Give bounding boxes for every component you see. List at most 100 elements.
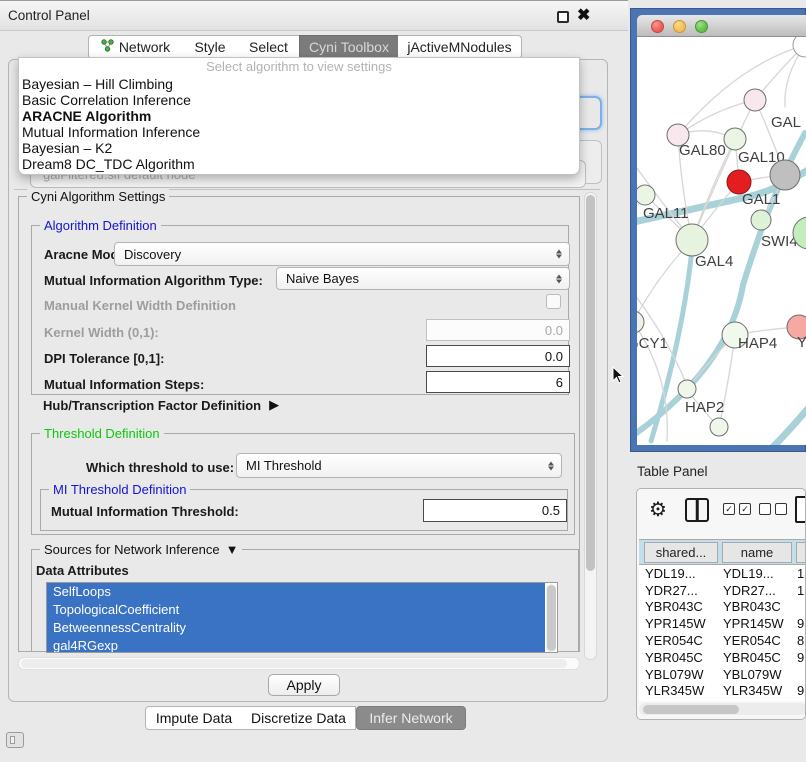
tab-cyni-toolbox[interactable]: Cyni Toolbox bbox=[299, 35, 399, 59]
table-cell: YPR145W bbox=[645, 616, 706, 631]
network-node-label: GAL11 bbox=[643, 205, 689, 222]
table-cell: YBR043C bbox=[645, 599, 703, 614]
algorithm-option-selected[interactable]: ARACNE Algorithm bbox=[19, 108, 579, 124]
mi-threshold-label: Mutual Information Threshold: bbox=[51, 504, 239, 519]
checked-boxes-icon[interactable]: ✓✓ bbox=[723, 503, 751, 515]
mi-threshold-group: MI Threshold Definition Mutual Informati… bbox=[40, 489, 568, 531]
table-row[interactable]: YBL079WYBL079W bbox=[639, 666, 806, 683]
tab-discretize-data[interactable]: Discretize Data bbox=[242, 706, 356, 730]
network-node[interactable] bbox=[678, 380, 696, 398]
network-node[interactable] bbox=[793, 37, 806, 57]
dpi-tolerance-label: DPI Tolerance [0,1]: bbox=[44, 351, 164, 366]
expanded-arrow-icon[interactable]: ▼ bbox=[226, 542, 239, 557]
network-node-label: GCY1 bbox=[637, 335, 668, 352]
table-row[interactable]: YDL19...YDL19...13 bbox=[639, 565, 806, 582]
table-cell: YER054C bbox=[723, 633, 781, 648]
tab-select[interactable]: Select bbox=[238, 35, 300, 59]
table-row[interactable]: YPR145WYPR145W9. bbox=[639, 615, 806, 632]
unchecked-boxes-icon[interactable] bbox=[759, 503, 787, 515]
table-row[interactable]: YBR045CYBR045C9. bbox=[639, 649, 806, 666]
network-node[interactable] bbox=[770, 160, 800, 190]
list-item[interactable]: SelfLoops bbox=[47, 583, 545, 601]
network-node[interactable] bbox=[637, 185, 655, 205]
window-title: Control Panel bbox=[8, 8, 90, 23]
list-scrollbar-thumb[interactable] bbox=[547, 585, 556, 651]
which-threshold-select[interactable]: MI Threshold bbox=[236, 453, 562, 478]
network-node[interactable] bbox=[724, 128, 746, 150]
network-node-label: HAP4 bbox=[738, 335, 777, 352]
threshold-definition-group: Threshold Definition Which threshold to … bbox=[31, 433, 575, 535]
page-icon[interactable] bbox=[795, 496, 806, 523]
hub-definition-toggle[interactable]: Hub/Transcription Factor Definition ▶ bbox=[43, 397, 279, 413]
group-title: Sources for Network Inference ▼ bbox=[40, 542, 242, 557]
network-node[interactable] bbox=[744, 89, 766, 111]
algorithm-option[interactable]: Bayesian – K2 bbox=[19, 140, 579, 156]
mi-type-select[interactable]: Naive Bayes bbox=[276, 267, 570, 290]
table-panel: ⚙ ✓✓ shared... name YDL19...YDL19...13YD… bbox=[636, 488, 806, 720]
mi-type-label: Mutual Information Algorithm Type: bbox=[44, 273, 263, 288]
close-icon[interactable]: ✖ bbox=[577, 6, 590, 26]
table-cell: YBR045C bbox=[723, 650, 781, 665]
algorithm-option[interactable]: Dream8 DC_TDC Algorithm bbox=[19, 156, 579, 172]
table-cell: 9. bbox=[797, 650, 806, 665]
tab-style[interactable]: Style bbox=[182, 35, 239, 59]
network-node[interactable] bbox=[676, 224, 708, 256]
dpi-tolerance-field[interactable]: 0.0 bbox=[426, 345, 570, 367]
tab-impute-data[interactable]: Impute Data bbox=[145, 706, 243, 730]
table-row[interactable]: YLR345WYLR345W9. bbox=[639, 683, 806, 700]
settings-horizontal-scrollbar[interactable] bbox=[18, 657, 580, 670]
scrollbar-thumb[interactable] bbox=[643, 705, 739, 714]
table-header-row: shared... name bbox=[639, 539, 806, 565]
list-item[interactable]: gal4RGexp bbox=[47, 637, 545, 653]
column-header[interactable]: name bbox=[722, 542, 792, 563]
table-horizontal-scrollbar[interactable] bbox=[639, 703, 806, 715]
algorithm-option[interactable]: Mutual Information Inference bbox=[19, 124, 579, 140]
network-edge[interactable] bbox=[769, 395, 806, 445]
table-row[interactable]: YDR27...YDR27...12 bbox=[639, 582, 806, 599]
network-node[interactable] bbox=[637, 311, 644, 333]
table-row[interactable]: YBR043CYBR043C bbox=[639, 599, 806, 616]
column-header[interactable]: shared... bbox=[644, 542, 718, 563]
table-cell: YBL079W bbox=[723, 667, 782, 682]
list-scrollbar[interactable] bbox=[546, 584, 556, 653]
network-node[interactable] bbox=[710, 418, 728, 436]
scrollbar-thumb[interactable] bbox=[586, 195, 595, 571]
mac-zoom-button[interactable] bbox=[695, 20, 708, 33]
float-window-icon[interactable] bbox=[557, 11, 569, 23]
column-header[interactable] bbox=[796, 542, 806, 563]
gear-icon[interactable]: ⚙ bbox=[649, 497, 667, 523]
algorithm-option[interactable]: Bayesian – Hill Climbing bbox=[19, 76, 579, 92]
minimized-panel-icon[interactable] bbox=[6, 732, 24, 748]
network-node[interactable] bbox=[751, 210, 771, 230]
tab-jactivemnodules[interactable]: jActiveMNodules bbox=[398, 35, 522, 59]
settings-vertical-scrollbar[interactable] bbox=[584, 192, 597, 660]
scrollbar-thumb[interactable] bbox=[21, 659, 567, 668]
table-row[interactable]: YER054CYER054C8. bbox=[639, 632, 806, 649]
control-panel-titlebar: Control Panel ✖ bbox=[0, 0, 628, 31]
which-threshold-value: MI Threshold bbox=[246, 458, 322, 473]
apply-label: Apply bbox=[286, 677, 321, 693]
apply-button[interactable]: Apply bbox=[268, 674, 340, 696]
which-threshold-label: Which threshold to use: bbox=[86, 460, 234, 475]
algorithm-prompt: Select algorithm to view settings bbox=[19, 58, 579, 76]
mac-minimize-button[interactable] bbox=[673, 20, 686, 33]
manual-kernel-checkbox[interactable] bbox=[546, 294, 561, 309]
mi-steps-field[interactable]: 6 bbox=[426, 371, 570, 393]
table-row[interactable]: YIL053CYIL053C8. bbox=[639, 699, 806, 701]
table-cell: YIL053C bbox=[723, 700, 774, 701]
network-window-titlebar[interactable] bbox=[637, 15, 806, 37]
mac-close-button[interactable] bbox=[651, 20, 664, 33]
network-canvas[interactable]: GALGAL80GAL10GAL1GAL11SWI4GAL4GCY1HAP4YH… bbox=[637, 37, 806, 445]
list-item[interactable]: BetweennessCentrality bbox=[47, 619, 545, 637]
aracne-mode-select[interactable]: Discovery bbox=[114, 242, 570, 266]
network-node-label: GAL4 bbox=[695, 253, 733, 270]
mi-threshold-field[interactable]: 0.5 bbox=[423, 499, 567, 522]
tab-infer-network[interactable]: Infer Network bbox=[356, 706, 466, 730]
data-attributes-list[interactable]: SelfLoops TopologicalCoefficient Between… bbox=[46, 582, 558, 653]
tab-network[interactable]: Network bbox=[88, 35, 183, 59]
split-columns-icon[interactable] bbox=[685, 498, 709, 522]
list-item[interactable]: TopologicalCoefficient bbox=[47, 601, 545, 619]
network-edge[interactable] bbox=[678, 100, 755, 135]
algorithm-option[interactable]: Basic Correlation Inference bbox=[19, 92, 579, 108]
network-view-window: GALGAL80GAL10GAL1GAL11SWI4GAL4GCY1HAP4YH… bbox=[630, 8, 806, 452]
